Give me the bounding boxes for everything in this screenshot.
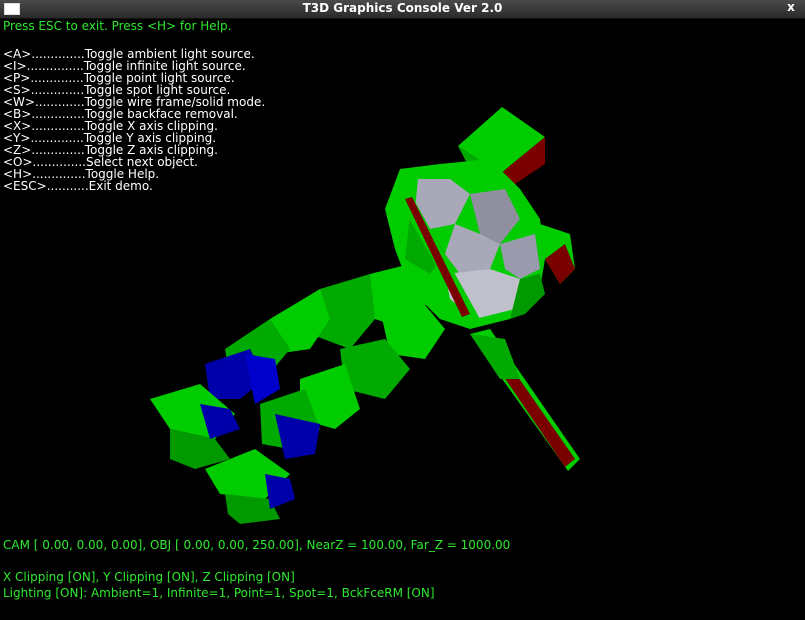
title-bar[interactable]: T3D Graphics Console Ver 2.0 x	[0, 0, 805, 19]
esc-hint: Press ESC to exit. Press <H> for Help.	[3, 19, 232, 33]
camera-status: CAM [ 0.00, 0.00, 0.00], OBJ [ 0.00, 0.0…	[3, 538, 511, 552]
help-item: <ESC>...........Exit demo.	[3, 179, 153, 193]
close-button[interactable]: x	[781, 0, 801, 16]
lighting-status: Lighting [ON]: Ambient=1, Infinite=1, Po…	[3, 586, 435, 600]
clipping-status: X Clipping [ON], Y Clipping [ON], Z Clip…	[3, 570, 295, 584]
window-title: T3D Graphics Console Ver 2.0	[302, 1, 503, 15]
